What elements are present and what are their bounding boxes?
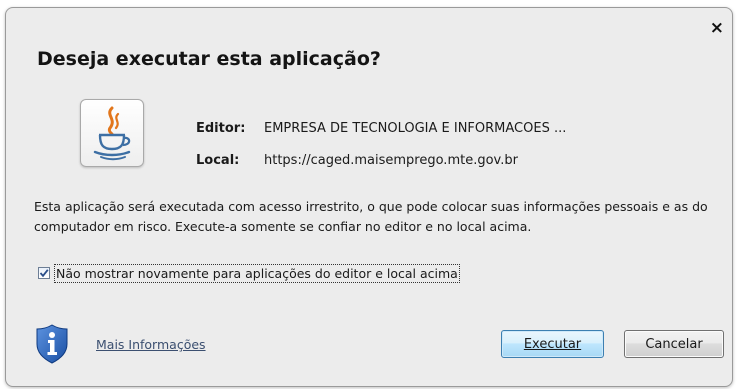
dialog-title: Deseja executar esta aplicação? bbox=[37, 48, 381, 70]
publisher-label: Editor: bbox=[196, 121, 246, 136]
cancel-button-label: Cancelar bbox=[645, 336, 703, 352]
cancel-button[interactable]: Cancelar bbox=[624, 330, 724, 358]
dont-show-again-checkbox[interactable] bbox=[38, 267, 50, 279]
risk-warning-text: Esta aplicação será executada com acesso… bbox=[34, 199, 708, 234]
security-warning-dialog: × Deseja executar esta aplicação? Editor… bbox=[5, 7, 733, 387]
more-info-link[interactable]: Mais Informações bbox=[96, 337, 206, 352]
run-button[interactable]: Executar bbox=[501, 330, 604, 358]
close-icon[interactable]: × bbox=[710, 18, 724, 38]
dont-show-again-option[interactable]: Não mostrar novamente para aplicações do… bbox=[38, 263, 460, 283]
location-label: Local: bbox=[196, 153, 240, 168]
run-button-label: Executar bbox=[523, 336, 582, 352]
publisher-value: EMPRESA DE TECNOLOGIA E INFORMACOES ... bbox=[264, 121, 567, 136]
location-value: https://caged.maisemprego.mte.gov.br bbox=[264, 153, 518, 168]
java-coffee-cup-icon bbox=[80, 99, 144, 167]
shield-info-icon bbox=[35, 324, 69, 364]
dont-show-again-label[interactable]: Não mostrar novamente para aplicações do… bbox=[54, 263, 460, 283]
